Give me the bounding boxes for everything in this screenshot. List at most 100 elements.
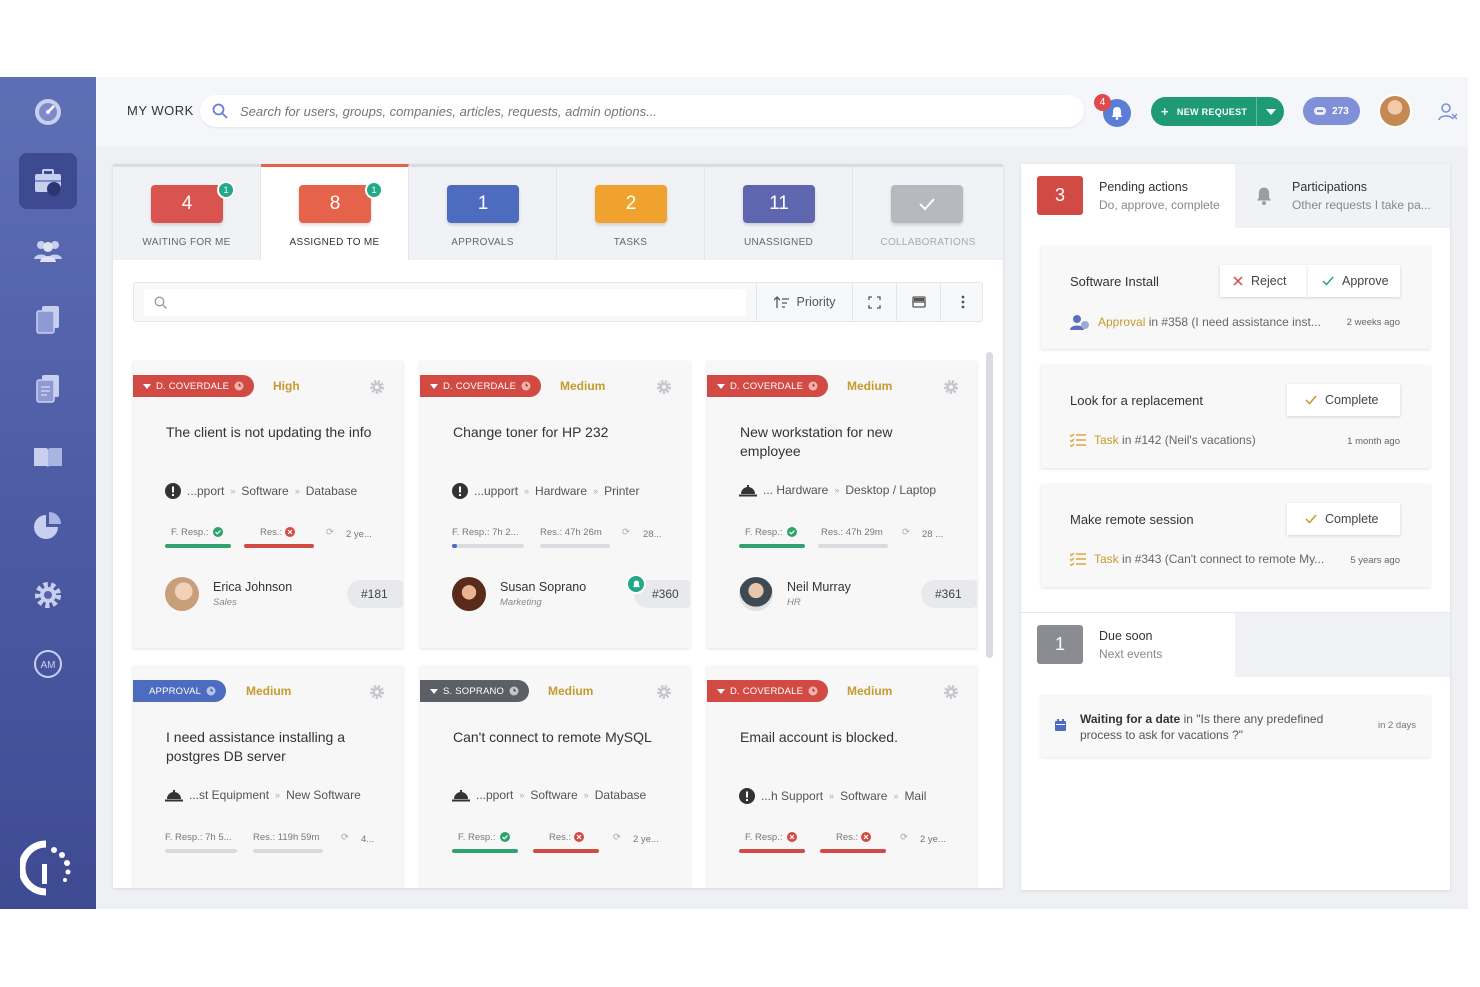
gear-icon[interactable] <box>656 379 672 395</box>
tab-collaborations[interactable]: COLLABORATIONS <box>853 164 1003 260</box>
complete-button[interactable]: Complete <box>1287 503 1400 535</box>
request-card[interactable]: D. COVERDALE High The client is not upda… <box>133 361 403 648</box>
action-ref[interactable]: in #358 (I need assistance inst... <box>1149 315 1321 329</box>
category-level: ... Hardware <box>763 483 829 497</box>
assignee-tag[interactable]: D. COVERDALE <box>420 375 542 397</box>
request-number[interactable]: #181 <box>347 580 403 608</box>
new-request-dropdown[interactable] <box>1256 97 1284 126</box>
category-level: ...pport <box>187 484 225 498</box>
sidebar-item-knowledge[interactable] <box>19 429 77 485</box>
request-card[interactable]: D. COVERDALE Medium New workstation for … <box>707 361 977 648</box>
tab-unassigned[interactable]: 11 UNASSIGNED <box>705 164 853 260</box>
caret-down-icon <box>1265 108 1276 115</box>
request-card[interactable]: D. COVERDALE Medium Email account is blo… <box>707 666 977 888</box>
list-search-input[interactable] <box>144 289 746 316</box>
tab-badge: 1 <box>365 181 383 199</box>
requester-department: Sales <box>213 597 237 608</box>
action-item[interactable]: Make remote session Complete Task in #34… <box>1041 484 1430 587</box>
requester[interactable]: Susan Soprano Marketing <box>452 577 586 611</box>
refresh-icon: ⟳ <box>900 832 908 843</box>
request-title[interactable]: The client is not updating the info <box>166 423 376 442</box>
assignee-tag[interactable]: S. SOPRANO <box>420 680 530 702</box>
request-card[interactable]: D. COVERDALE Medium Change toner for HP … <box>420 361 690 648</box>
global-search-input[interactable] <box>240 103 1084 119</box>
assignee-tag[interactable]: D. COVERDALE <box>133 375 255 397</box>
tab-approvals[interactable]: 1 APPROVALS <box>409 164 557 260</box>
sla-info: F. Resp.: Res.: 47h 29m ⟳ 28 ... <box>739 527 969 548</box>
action-ref[interactable]: in #343 (Can't connect to remote My... <box>1122 552 1324 566</box>
approve-button[interactable]: Approve <box>1308 265 1400 297</box>
participations-subtitle: Other requests I take pa... <box>1292 198 1431 212</box>
first-response-label: F. Resp.: <box>745 527 783 538</box>
complete-button[interactable]: Complete <box>1287 384 1400 416</box>
action-kind[interactable]: Task <box>1094 552 1119 566</box>
gear-icon[interactable] <box>369 684 385 700</box>
refresh-icon: ⟳ <box>326 527 334 538</box>
tab-assigned-to-me[interactable]: 8 1 ASSIGNED TO ME <box>261 164 409 260</box>
assignee-tag[interactable]: D. COVERDALE <box>707 375 829 397</box>
sidebar-item-users[interactable] <box>19 222 77 278</box>
priority-label: Medium <box>560 379 606 393</box>
action-item[interactable]: Look for a replacement Complete Task in … <box>1041 365 1430 468</box>
task-list-icon <box>1070 433 1086 447</box>
sort-label: Priority <box>796 295 836 309</box>
user-avatar[interactable] <box>1378 94 1412 128</box>
gear-icon[interactable] <box>656 684 672 700</box>
gear-icon[interactable] <box>943 684 959 700</box>
sidebar-item-work[interactable] <box>19 153 77 209</box>
assignee-tag[interactable]: APPROVAL <box>133 680 227 702</box>
resolution-label: Res.: 47h 29m <box>821 527 883 538</box>
fullscreen-button[interactable] <box>852 283 896 321</box>
sidebar-item-settings[interactable] <box>19 567 77 623</box>
first-response-label: F. Resp.: <box>458 832 496 843</box>
sidebar-item-documents[interactable] <box>19 291 77 347</box>
dashboard-icon <box>35 99 61 125</box>
request-title[interactable]: I need assistance installing a postgres … <box>166 728 376 766</box>
request-number[interactable]: #361 <box>921 580 977 608</box>
request-title[interactable]: Email account is blocked. <box>740 728 950 747</box>
pending-actions-header[interactable]: 3 Pending actions Do, approve, complete <box>1021 164 1235 228</box>
tab-waiting-for-me[interactable]: 4 1 WAITING FOR ME <box>113 164 261 260</box>
reject-button[interactable]: Reject <box>1220 265 1308 297</box>
pie-chart-icon <box>34 512 61 539</box>
due-soon-header[interactable]: 1 Due soon Next events <box>1021 613 1235 677</box>
requester[interactable]: Erica Johnson Sales <box>165 577 292 611</box>
book-icon <box>34 448 62 467</box>
clock-icon <box>206 686 216 696</box>
event-item[interactable]: Waiting for a date in "Is there any pred… <box>1041 695 1430 757</box>
gear-icon[interactable] <box>943 379 959 395</box>
participations-tab[interactable]: Participations Other requests I take pa.… <box>1235 164 1450 228</box>
new-request-button[interactable]: + NEW REQUEST <box>1151 97 1284 126</box>
category-level: Mail <box>904 789 927 803</box>
requester-avatar <box>739 577 773 611</box>
action-kind[interactable]: Task <box>1094 433 1119 447</box>
global-search[interactable] <box>200 95 1084 127</box>
request-card[interactable]: APPROVAL Medium I need assistance instal… <box>133 666 403 888</box>
request-title[interactable]: Can't connect to remote MySQL <box>453 728 663 747</box>
user-settings-icon[interactable] <box>1436 100 1460 124</box>
request-title[interactable]: New workstation for new employee <box>740 423 950 461</box>
action-item[interactable]: Software Install Reject Approve Approval… <box>1041 246 1430 349</box>
requester[interactable]: Neil Murray HR <box>739 577 851 611</box>
alert-icon <box>739 788 755 804</box>
sidebar-item-dashboard[interactable] <box>19 83 77 139</box>
tab-label: COLLABORATIONS <box>880 237 976 248</box>
gear-icon[interactable] <box>369 379 385 395</box>
credits-badge[interactable]: 273 <box>1303 97 1360 125</box>
svg-text:AM: AM <box>41 660 56 671</box>
sidebar-item-copy[interactable] <box>19 360 77 416</box>
caret-down-icon <box>717 383 725 389</box>
sort-button[interactable]: Priority <box>756 283 852 321</box>
view-toggle-button[interactable] <box>896 283 940 321</box>
assignee-tag[interactable]: D. COVERDALE <box>707 680 829 702</box>
tab-tasks[interactable]: 2 TASKS <box>557 164 705 260</box>
more-options-button[interactable] <box>940 283 984 321</box>
sidebar-item-am[interactable]: AM <box>19 636 77 692</box>
request-card[interactable]: S. SOPRANO Medium Can't connect to remot… <box>420 666 690 888</box>
list-scrollbar[interactable] <box>986 352 993 658</box>
action-ref[interactable]: in #142 (Neil's vacations) <box>1122 433 1256 447</box>
request-title[interactable]: Change toner for HP 232 <box>453 423 663 442</box>
ok-icon <box>787 527 797 540</box>
action-kind[interactable]: Approval <box>1098 315 1145 329</box>
sidebar-item-reports[interactable] <box>19 498 77 554</box>
